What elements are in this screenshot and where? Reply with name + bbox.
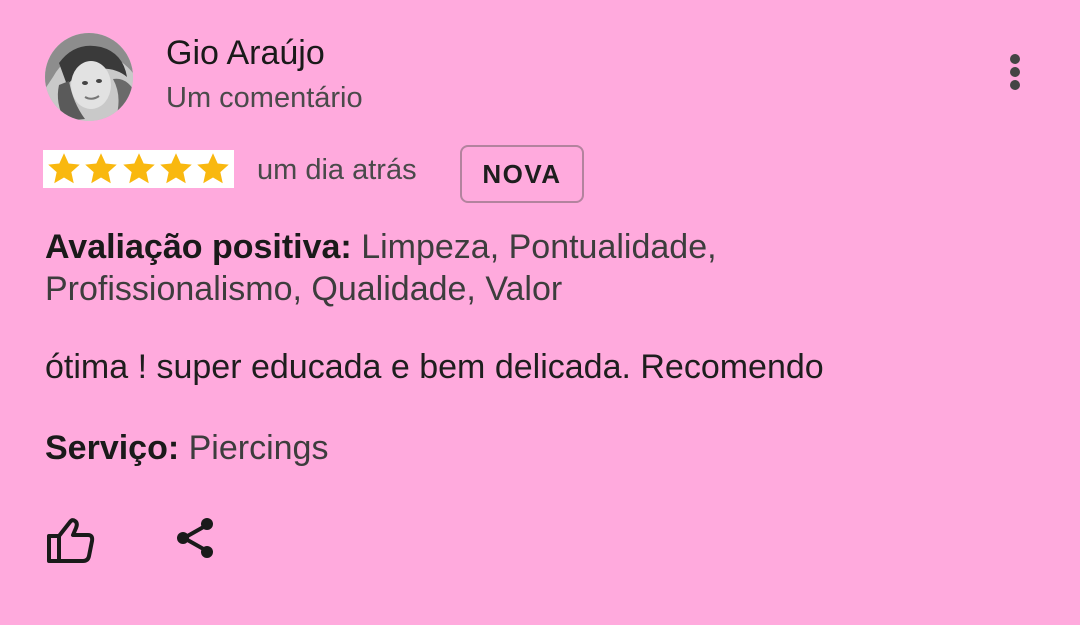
service-label: Serviço: — [45, 429, 180, 467]
share-icon — [177, 518, 213, 558]
positive-review-attributes: Avaliação positiva: Limpeza, Pontualidad… — [45, 226, 905, 310]
more-vert-icon-dot — [1010, 67, 1020, 77]
service-value: Piercings — [179, 429, 329, 467]
thumb-up-icon — [47, 518, 95, 563]
star-icon — [160, 153, 192, 184]
service-line: Serviço: Piercings — [45, 429, 328, 468]
new-badge: NOVA — [460, 145, 584, 203]
like-button[interactable] — [44, 514, 98, 566]
star-icon — [85, 153, 117, 184]
review-card: Gio Araújo Um comentário um dia atrás NO… — [0, 0, 1080, 625]
author-name[interactable]: Gio Araújo — [166, 34, 325, 73]
positive-values-line2: Profissionalismo, Qualidade, Valor — [45, 270, 563, 308]
more-vert-icon-dot — [1010, 80, 1020, 90]
review-time: um dia atrás — [257, 154, 417, 186]
more-options-button[interactable] — [996, 50, 1036, 94]
positive-values-line1: Limpeza, Pontualidade, — [351, 228, 717, 266]
positive-label: Avaliação positiva: — [45, 228, 352, 266]
more-vert-icon — [1010, 54, 1020, 64]
author-review-count: Um comentário — [166, 82, 363, 114]
star-rating — [43, 150, 234, 188]
avatar-photo — [45, 33, 133, 121]
avatar[interactable] — [45, 33, 133, 121]
star-icon — [122, 153, 155, 184]
review-comment: ótima ! super educada e bem delicada. Re… — [45, 348, 824, 386]
star-icon — [197, 153, 229, 184]
star-icon — [48, 153, 80, 184]
share-button[interactable] — [172, 514, 220, 562]
